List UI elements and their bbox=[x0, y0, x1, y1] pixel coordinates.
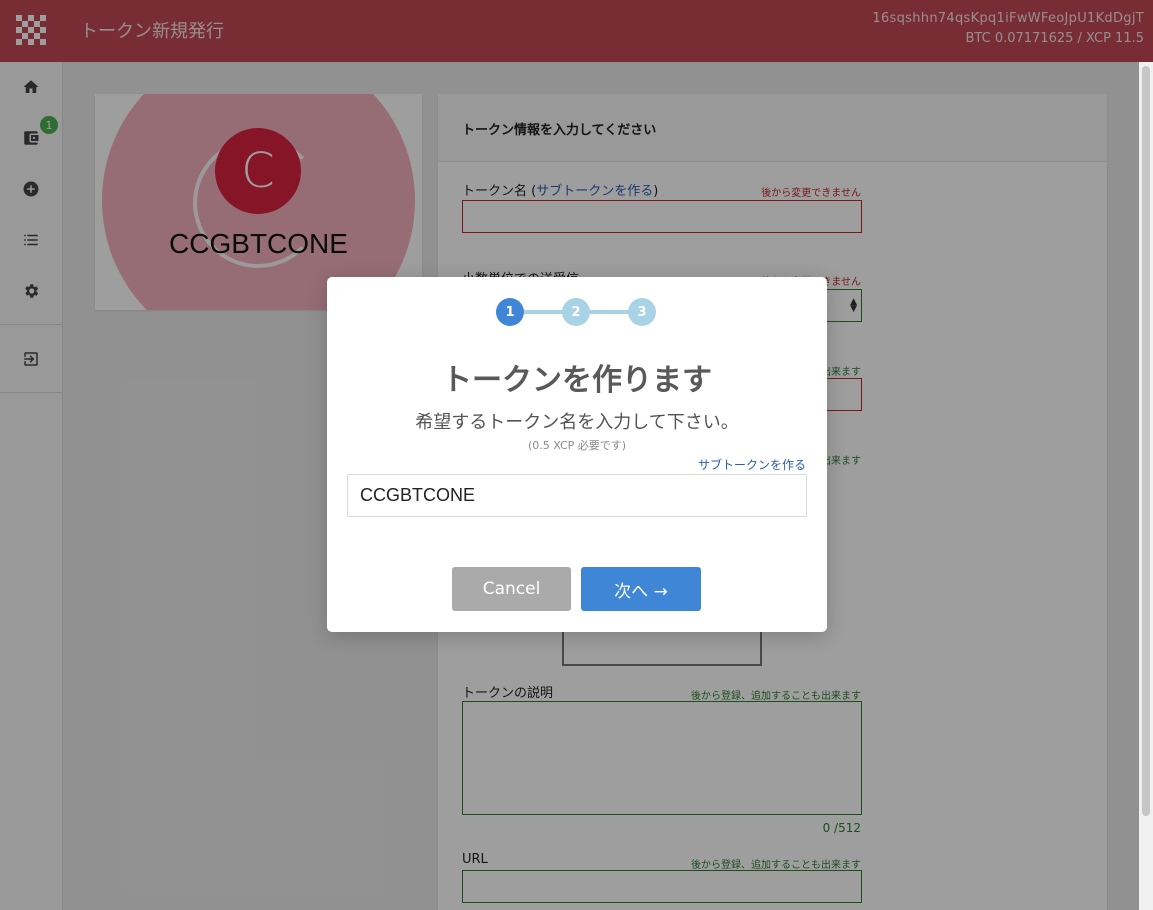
fee-note: (0.5 XCP 必要です) bbox=[527, 439, 627, 452]
dialog-title: トークンを作ります bbox=[442, 363, 712, 398]
step-3: 3 bbox=[628, 298, 656, 326]
token-name-dialog-input[interactable] bbox=[347, 474, 807, 517]
step-2: 2 bbox=[562, 298, 590, 326]
next-button[interactable]: 次へ → bbox=[581, 567, 701, 611]
scrollbar-thumb[interactable] bbox=[1142, 66, 1150, 816]
cancel-button[interactable]: Cancel bbox=[452, 567, 571, 611]
create-token-dialog: 1 2 3 トークンを作ります 希望するトークン名を入力して下さい。 (0.5 … bbox=[327, 277, 827, 632]
step-1: 1 bbox=[496, 298, 524, 326]
dialog-subtoken-link[interactable]: サブトークンを作る bbox=[698, 456, 806, 473]
dialog-subtitle: 希望するトークン名を入力して下さい。 bbox=[415, 412, 739, 433]
